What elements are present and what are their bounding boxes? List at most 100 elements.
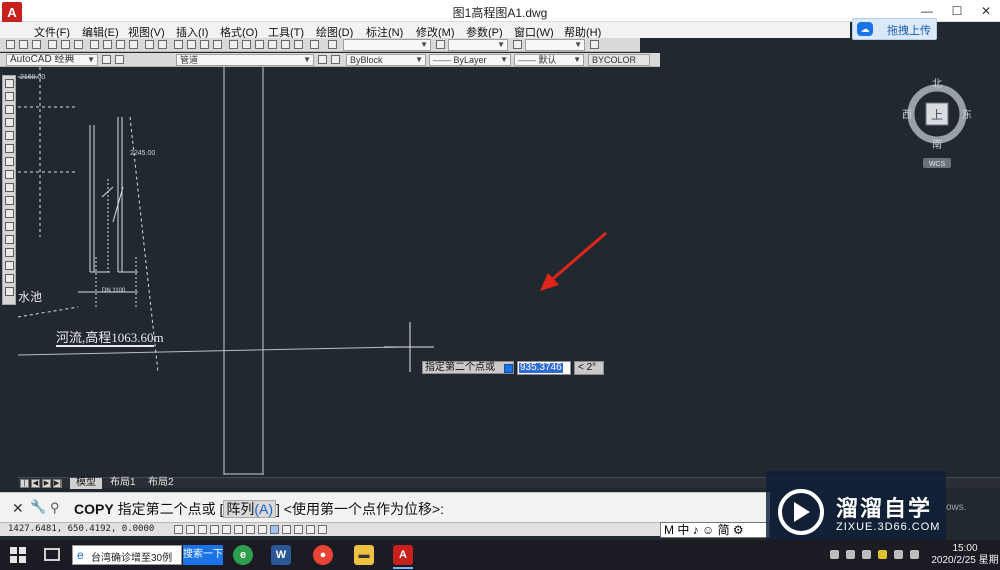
make-block-icon[interactable] [5,235,14,244]
plot-preview-icon[interactable] [61,40,70,49]
revision-cloud-icon[interactable] [5,170,14,179]
layer-dropdown[interactable]: 管道 ▼ [176,54,314,66]
3d-object-snap-icon[interactable] [234,525,243,534]
undo-icon[interactable] [145,40,154,49]
tab-model[interactable]: 模型 [70,478,102,489]
cut-icon[interactable] [90,40,99,49]
restore-button[interactable]: ☐ [945,2,969,20]
gradient-icon[interactable] [5,274,14,283]
zoom-window-icon[interactable] [200,40,209,49]
tab-layout2[interactable]: 布局2 [142,478,180,489]
redo-icon[interactable] [158,40,167,49]
prev-tab-icon[interactable]: ◀ [31,479,40,488]
tray-notification-icon[interactable] [910,550,919,559]
match-properties-icon[interactable] [129,40,138,49]
workspace-settings-icon[interactable] [102,55,111,64]
grid-display-icon[interactable] [186,525,195,534]
new-file-icon[interactable] [6,40,15,49]
table-style-icon[interactable] [513,40,522,49]
tray-volume-icon[interactable] [846,550,855,559]
table-style-dropdown[interactable]: ▼ [525,39,585,51]
tray-input-icon[interactable] [894,550,903,559]
transparency-icon[interactable] [294,525,303,534]
tool-palettes-icon[interactable] [255,40,264,49]
color-dropdown[interactable]: ByBlock ▼ [346,54,426,66]
linetype-dropdown[interactable]: —— ByLayer ▼ [429,54,511,66]
tray-security-icon[interactable] [878,550,887,559]
wrench-icon[interactable]: 🔧 [30,499,46,515]
dynamic-ucs-icon[interactable] [258,525,267,534]
open-file-icon[interactable] [19,40,28,49]
lineweight-icon[interactable] [282,525,291,534]
ortho-mode-icon[interactable] [198,525,207,534]
tray-network-icon[interactable] [830,550,839,559]
design-center-icon[interactable] [242,40,251,49]
chrome-icon[interactable]: ● [313,545,333,565]
drawing-canvas[interactable]: 河流,高程1063.60m 水池 DN 1100 2160.00 2245.00 [18,67,1000,477]
paste-icon[interactable] [116,40,125,49]
taskbar-search-input[interactable]: e 台湾确诊增至30例 [72,545,182,565]
insert-block-icon[interactable] [5,222,14,231]
chevron-down-icon[interactable] [504,364,513,373]
dim-style-icon[interactable] [436,40,445,49]
arc-icon[interactable] [5,144,14,153]
dynamic-input-icon[interactable] [270,525,279,534]
sheet-set-icon[interactable] [268,40,277,49]
point-icon[interactable] [5,248,14,257]
print-icon[interactable] [48,40,57,49]
taskbar-clock[interactable]: 15:00 2020/2/25 星期 [930,543,1000,567]
polyline-icon[interactable] [5,105,14,114]
dim-style-dropdown[interactable]: ▼ [448,39,508,51]
polygon-icon[interactable] [5,118,14,127]
file-explorer-icon[interactable]: ▬ [354,545,374,565]
quick-properties-icon[interactable] [306,525,315,534]
construction-line-icon[interactable] [5,92,14,101]
ellipse-arc-icon[interactable] [5,209,14,218]
object-snap-icon[interactable] [222,525,231,534]
layer-previous-icon[interactable] [331,55,340,64]
properties-icon[interactable] [229,40,238,49]
first-tab-icon[interactable]: |◀ [20,479,29,494]
object-snap-tracking-icon[interactable] [246,525,255,534]
line-tool-icon[interactable] [5,79,14,88]
lineweight-dropdown[interactable]: —— 默认 ▼ [514,54,584,66]
copy-icon[interactable] [103,40,112,49]
zoom-previous-icon[interactable] [213,40,222,49]
markup-icon[interactable] [281,40,290,49]
save-icon[interactable] [32,40,41,49]
tab-layout1[interactable]: 布局1 [104,478,142,489]
multileader-style-icon[interactable] [590,40,599,49]
upload-button[interactable]: ☁ 拖拽上传 [852,18,937,40]
multiline-text-icon[interactable] [5,287,14,296]
autocad-taskbar-icon[interactable]: A [393,545,413,569]
text-style-icon[interactable] [328,40,337,49]
workspace-dropdown[interactable]: AutoCAD 经典 ▼ [6,54,98,66]
circle-icon[interactable] [5,157,14,166]
last-tab-icon[interactable]: ▶| [53,479,62,488]
pan-icon[interactable] [174,40,183,49]
selection-cycling-icon[interactable] [318,525,327,534]
publish-icon[interactable] [74,40,83,49]
quickcalc-icon[interactable] [294,40,303,49]
angle-readout[interactable]: < 2° [574,361,604,375]
polar-tracking-icon[interactable] [210,525,219,534]
text-style-dropdown[interactable]: ▼ [343,39,431,51]
plotstyle-dropdown[interactable]: BYCOLOR [588,54,650,66]
make-current-layer-icon[interactable] [318,55,327,64]
word-icon[interactable]: W [271,545,291,565]
viewcube[interactable]: 上 北 南 东 西 WCS [898,72,976,172]
close-icon[interactable]: ✕ [12,500,24,517]
layer-properties-icon[interactable] [115,55,124,64]
help-icon[interactable] [310,40,319,49]
next-tab-icon[interactable]: ▶ [42,479,51,488]
tray-battery-icon[interactable] [862,550,871,559]
task-view-icon[interactable] [44,548,60,561]
distance-input[interactable]: 935.3746 [517,361,571,375]
green-app-icon[interactable]: e [233,545,253,565]
ime-toolbar[interactable]: M 中 ♪ ☺ 简 ⚙ [660,522,770,538]
windows-start-icon[interactable] [10,547,26,563]
zoom-realtime-icon[interactable] [187,40,196,49]
rectangle-icon[interactable] [5,131,14,140]
close-button[interactable]: ✕ [974,2,998,20]
ellipse-icon[interactable] [5,196,14,205]
